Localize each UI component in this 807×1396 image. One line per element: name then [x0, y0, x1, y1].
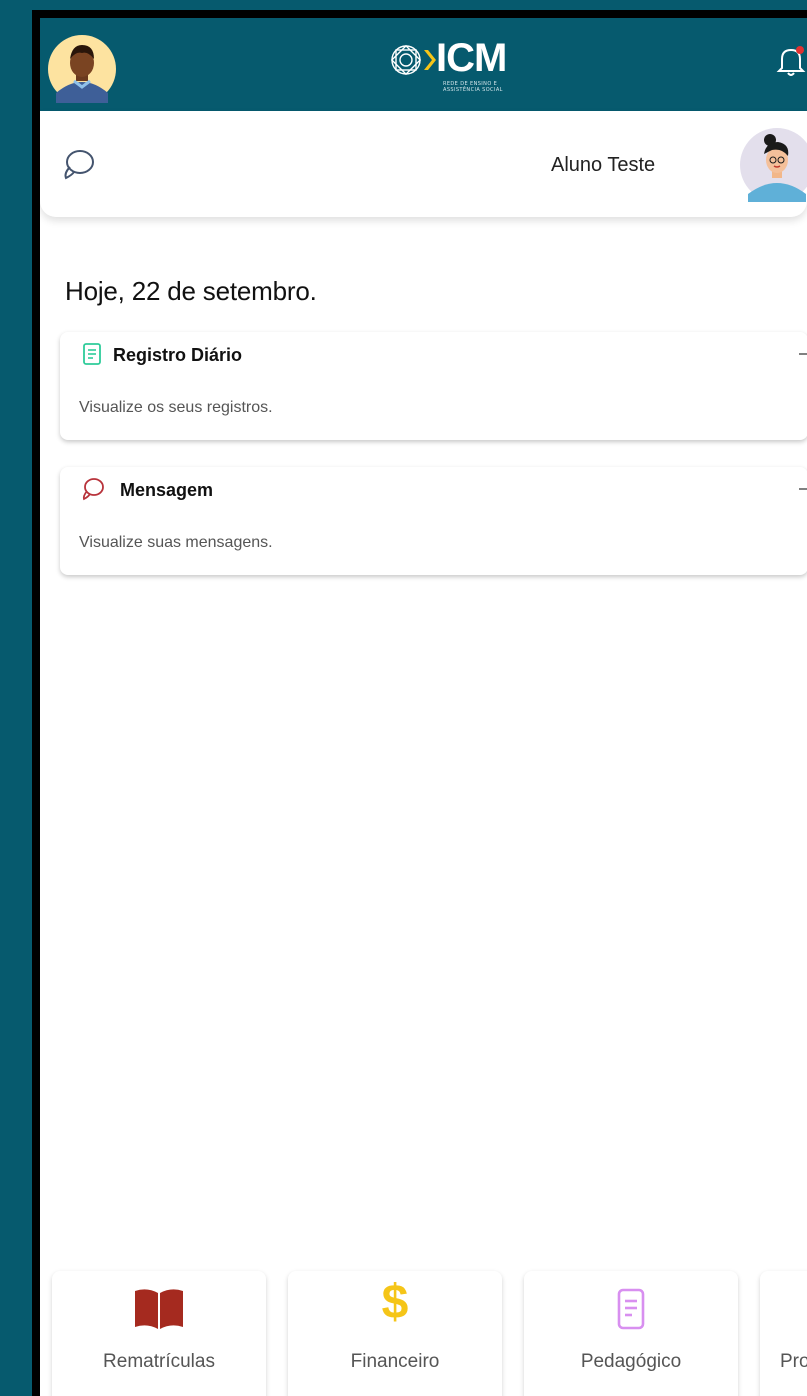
registro-diario-card[interactable]: Registro Diário Visualize os seus regist… — [60, 332, 807, 440]
tile-label: Financeiro — [350, 1351, 440, 1372]
user-name: Aluno Teste — [551, 154, 656, 176]
tile-label: Rematrículas — [103, 1351, 215, 1372]
tile-rematriculas[interactable]: Rematrículas — [52, 1271, 266, 1396]
logo-wordmark: ICM — [436, 36, 507, 80]
dollar-icon: $ — [381, 1276, 409, 1329]
notification-bell-icon[interactable] — [776, 44, 806, 78]
mensagem-card[interactable]: Mensagem Visualize suas mensagens. — [60, 467, 807, 575]
user-avatar[interactable] — [740, 128, 807, 202]
card-description: Visualize os seus registros. — [79, 399, 273, 416]
tile-label: Pro — [780, 1351, 807, 1372]
tile-financeiro[interactable]: $ Financeiro — [288, 1271, 502, 1396]
card-description: Visualize suas mensagens. — [79, 534, 273, 551]
user-header-card: Aluno Teste — [40, 111, 807, 217]
logo-subtitle: REDE DE ENSINO E ASSISTÊNCIA SOCIAL — [443, 81, 503, 93]
tile-pedagogico[interactable]: Pedagógico — [524, 1271, 738, 1396]
chat-icon — [82, 478, 104, 501]
card-title: Registro Diário — [113, 345, 243, 365]
document-icon — [83, 343, 101, 365]
tile-partial[interactable]: Pro — [760, 1271, 807, 1396]
book-icon — [135, 1289, 183, 1329]
card-title: Mensagem — [120, 480, 214, 500]
arrow-right-icon[interactable] — [797, 346, 807, 362]
arrow-right-icon[interactable] — [797, 481, 807, 497]
date-heading: Hoje, 22 de setembro. — [65, 276, 317, 306]
document-icon — [617, 1288, 645, 1330]
tile-label: Pedagógico — [580, 1351, 682, 1372]
chat-icon[interactable] — [60, 147, 96, 181]
profile-avatar[interactable] — [48, 35, 116, 103]
app-screen: ICM REDE DE ENSINO E ASSISTÊNCIA SOCIAL … — [40, 18, 807, 1396]
top-app-bar: ICM REDE DE ENSINO E ASSISTÊNCIA SOCIAL — [40, 18, 807, 111]
